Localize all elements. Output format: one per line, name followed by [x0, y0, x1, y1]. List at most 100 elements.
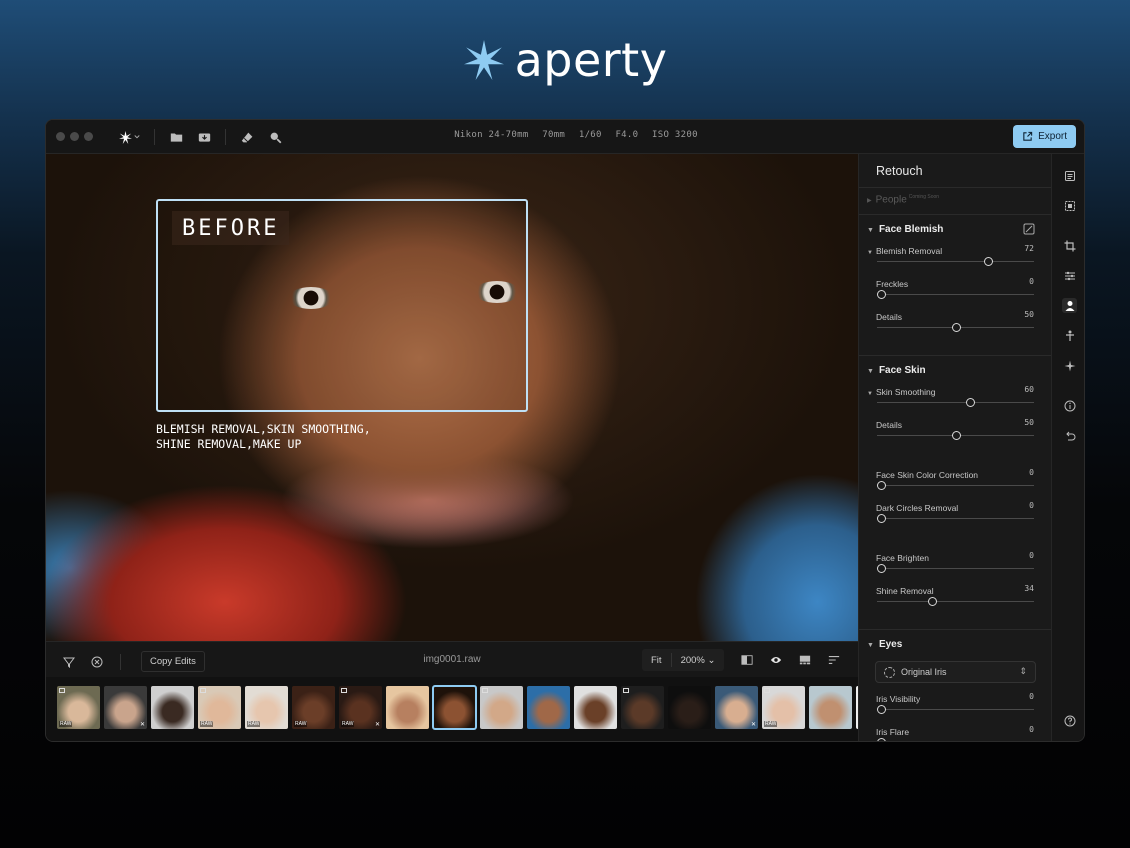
- expand-triangle-icon[interactable]: ▼: [867, 250, 873, 256]
- export-label: Export: [1038, 131, 1067, 142]
- adjust-icon: [1064, 271, 1075, 280]
- face-blemish-header[interactable]: ▼ Face Blemish: [867, 224, 943, 235]
- filmstrip-thumbnail[interactable]: [668, 686, 711, 729]
- slider-track[interactable]: [877, 514, 1034, 523]
- slider-value: 50: [1024, 418, 1034, 427]
- slider-track[interactable]: [877, 323, 1034, 332]
- export-icon: [1023, 131, 1033, 141]
- raw-badge: RAW: [247, 721, 261, 727]
- face-skin-header[interactable]: ▼ Face Skin: [867, 365, 926, 376]
- filmstrip-thumbnail[interactable]: [480, 686, 523, 729]
- body-button[interactable]: [1062, 328, 1077, 343]
- raw-badge: RAW: [764, 721, 778, 727]
- eyes-header[interactable]: ▼ Eyes: [867, 639, 902, 650]
- focal-length: 70mm: [542, 130, 566, 140]
- filmstrip-thumbnail[interactable]: [151, 686, 194, 729]
- help-icon: [1064, 715, 1075, 726]
- slider-handle[interactable]: [877, 514, 886, 523]
- slider-handle[interactable]: [877, 564, 886, 573]
- person-icon: [1065, 300, 1074, 311]
- slider-track[interactable]: [877, 705, 1034, 714]
- slider-value: 72: [1024, 244, 1034, 253]
- info-button[interactable]: [1062, 398, 1077, 413]
- slider-label: Iris Visibility: [876, 694, 920, 704]
- slider-handle[interactable]: [877, 290, 886, 299]
- before-label: BEFORE: [172, 211, 290, 245]
- iris-select-value: Original Iris: [901, 667, 947, 677]
- help-button[interactable]: [1062, 713, 1077, 728]
- filmstrip-thumbnail[interactable]: RAW: [57, 686, 100, 729]
- slider-track[interactable]: [877, 290, 1034, 299]
- slider-label-text: Iris Visibility: [876, 694, 921, 704]
- slider-handle[interactable]: [951, 323, 961, 332]
- panel-divider: [859, 214, 1051, 215]
- filmstrip-thumbnail[interactable]: RAW ✕: [339, 686, 382, 729]
- sort-button[interactable]: [825, 651, 843, 669]
- fit-button[interactable]: Fit: [642, 655, 671, 666]
- filmstrip-toggle-button[interactable]: [796, 651, 814, 669]
- slider-track[interactable]: [877, 431, 1034, 440]
- expand-triangle-icon[interactable]: ▼: [867, 391, 873, 397]
- slider-handle[interactable]: [966, 398, 976, 407]
- slider-label: Shine Removal: [876, 586, 934, 596]
- slider-track[interactable]: [877, 257, 1034, 266]
- raw-badge: RAW: [200, 721, 214, 727]
- export-button[interactable]: Export: [1013, 125, 1076, 148]
- filmstrip-thumbnail[interactable]: [809, 686, 852, 729]
- filmstrip-thumbnail[interactable]: [386, 686, 429, 729]
- brand-header: aperty: [0, 30, 1130, 90]
- filmstrip-thumbnail[interactable]: [621, 686, 664, 729]
- iris-select[interactable]: Original Iris ⇕: [875, 661, 1036, 683]
- slider-track[interactable]: [877, 564, 1034, 573]
- filmstrip-thumbnail[interactable]: RAW: [245, 686, 288, 729]
- filmstrip-thumbnail[interactable]: RAW: [292, 686, 335, 729]
- edited-badge-icon: [59, 688, 65, 693]
- people-section[interactable]: ▶ People Coming Soon: [867, 194, 939, 205]
- filmstrip-icon: [799, 655, 811, 665]
- reset-edit-icon[interactable]: [1023, 223, 1035, 235]
- adjust-button[interactable]: [1062, 268, 1077, 283]
- filmstrip-thumbnail[interactable]: ✕: [104, 686, 147, 729]
- undo-button[interactable]: [1062, 428, 1077, 443]
- filmstrip-thumbnail[interactable]: RAW: [198, 686, 241, 729]
- slider-track[interactable]: [877, 398, 1034, 407]
- brand-name: aperty: [514, 33, 668, 87]
- ai-button[interactable]: [1062, 358, 1077, 373]
- zoom-controls: Fit 200% ⌄: [642, 649, 725, 671]
- slider-handle[interactable]: [927, 597, 937, 606]
- slider-handle[interactable]: [877, 705, 886, 714]
- edited-badge-icon: [482, 688, 488, 693]
- slider-handle[interactable]: [877, 738, 886, 741]
- app-window: Nikon 24-70mm 70mm 1/60 F4.0 ISO 3200 Ex…: [45, 119, 1085, 742]
- retouch-button[interactable]: [1062, 298, 1077, 313]
- filmstrip-thumbnail[interactable]: [574, 686, 617, 729]
- people-label: People: [875, 194, 907, 206]
- slider-handle[interactable]: [877, 481, 886, 490]
- filmstrip-thumbnail[interactable]: [432, 685, 477, 730]
- slider-handle[interactable]: [984, 257, 994, 266]
- slider-value: 0: [1029, 501, 1034, 510]
- expand-triangle-icon: ▼: [867, 642, 874, 649]
- select-button[interactable]: [1062, 198, 1077, 213]
- crop-icon: [1064, 240, 1075, 251]
- section-title: Eyes: [878, 639, 903, 650]
- compare-button[interactable]: [738, 651, 756, 669]
- slider-track[interactable]: [877, 597, 1034, 606]
- split-view-icon: [741, 655, 753, 665]
- slider-track[interactable]: [877, 481, 1034, 490]
- preview-button[interactable]: [767, 651, 785, 669]
- edited-badge-icon: [200, 688, 206, 693]
- filmstrip-thumbnail[interactable]: RAW: [762, 686, 805, 729]
- slider-label: Details: [876, 312, 902, 322]
- zoom-select[interactable]: 200% ⌄: [672, 655, 725, 666]
- layers-button[interactable]: [1062, 168, 1077, 183]
- filmstrip-thumbnail[interactable]: [527, 686, 570, 729]
- info-icon: [1064, 400, 1075, 411]
- photo-canvas[interactable]: BEFORE BLEMISH REMOVAL,SKIN SMOOTHING, S…: [46, 154, 858, 641]
- crop-button[interactable]: [1062, 238, 1077, 253]
- filmstrip-thumbnail[interactable]: ✕: [715, 686, 758, 729]
- slider-handle[interactable]: [951, 431, 961, 440]
- sort-icon: [828, 656, 840, 664]
- slider-label-text: Face Skin Color Correction: [876, 470, 979, 480]
- slider-value: 0: [1029, 692, 1034, 701]
